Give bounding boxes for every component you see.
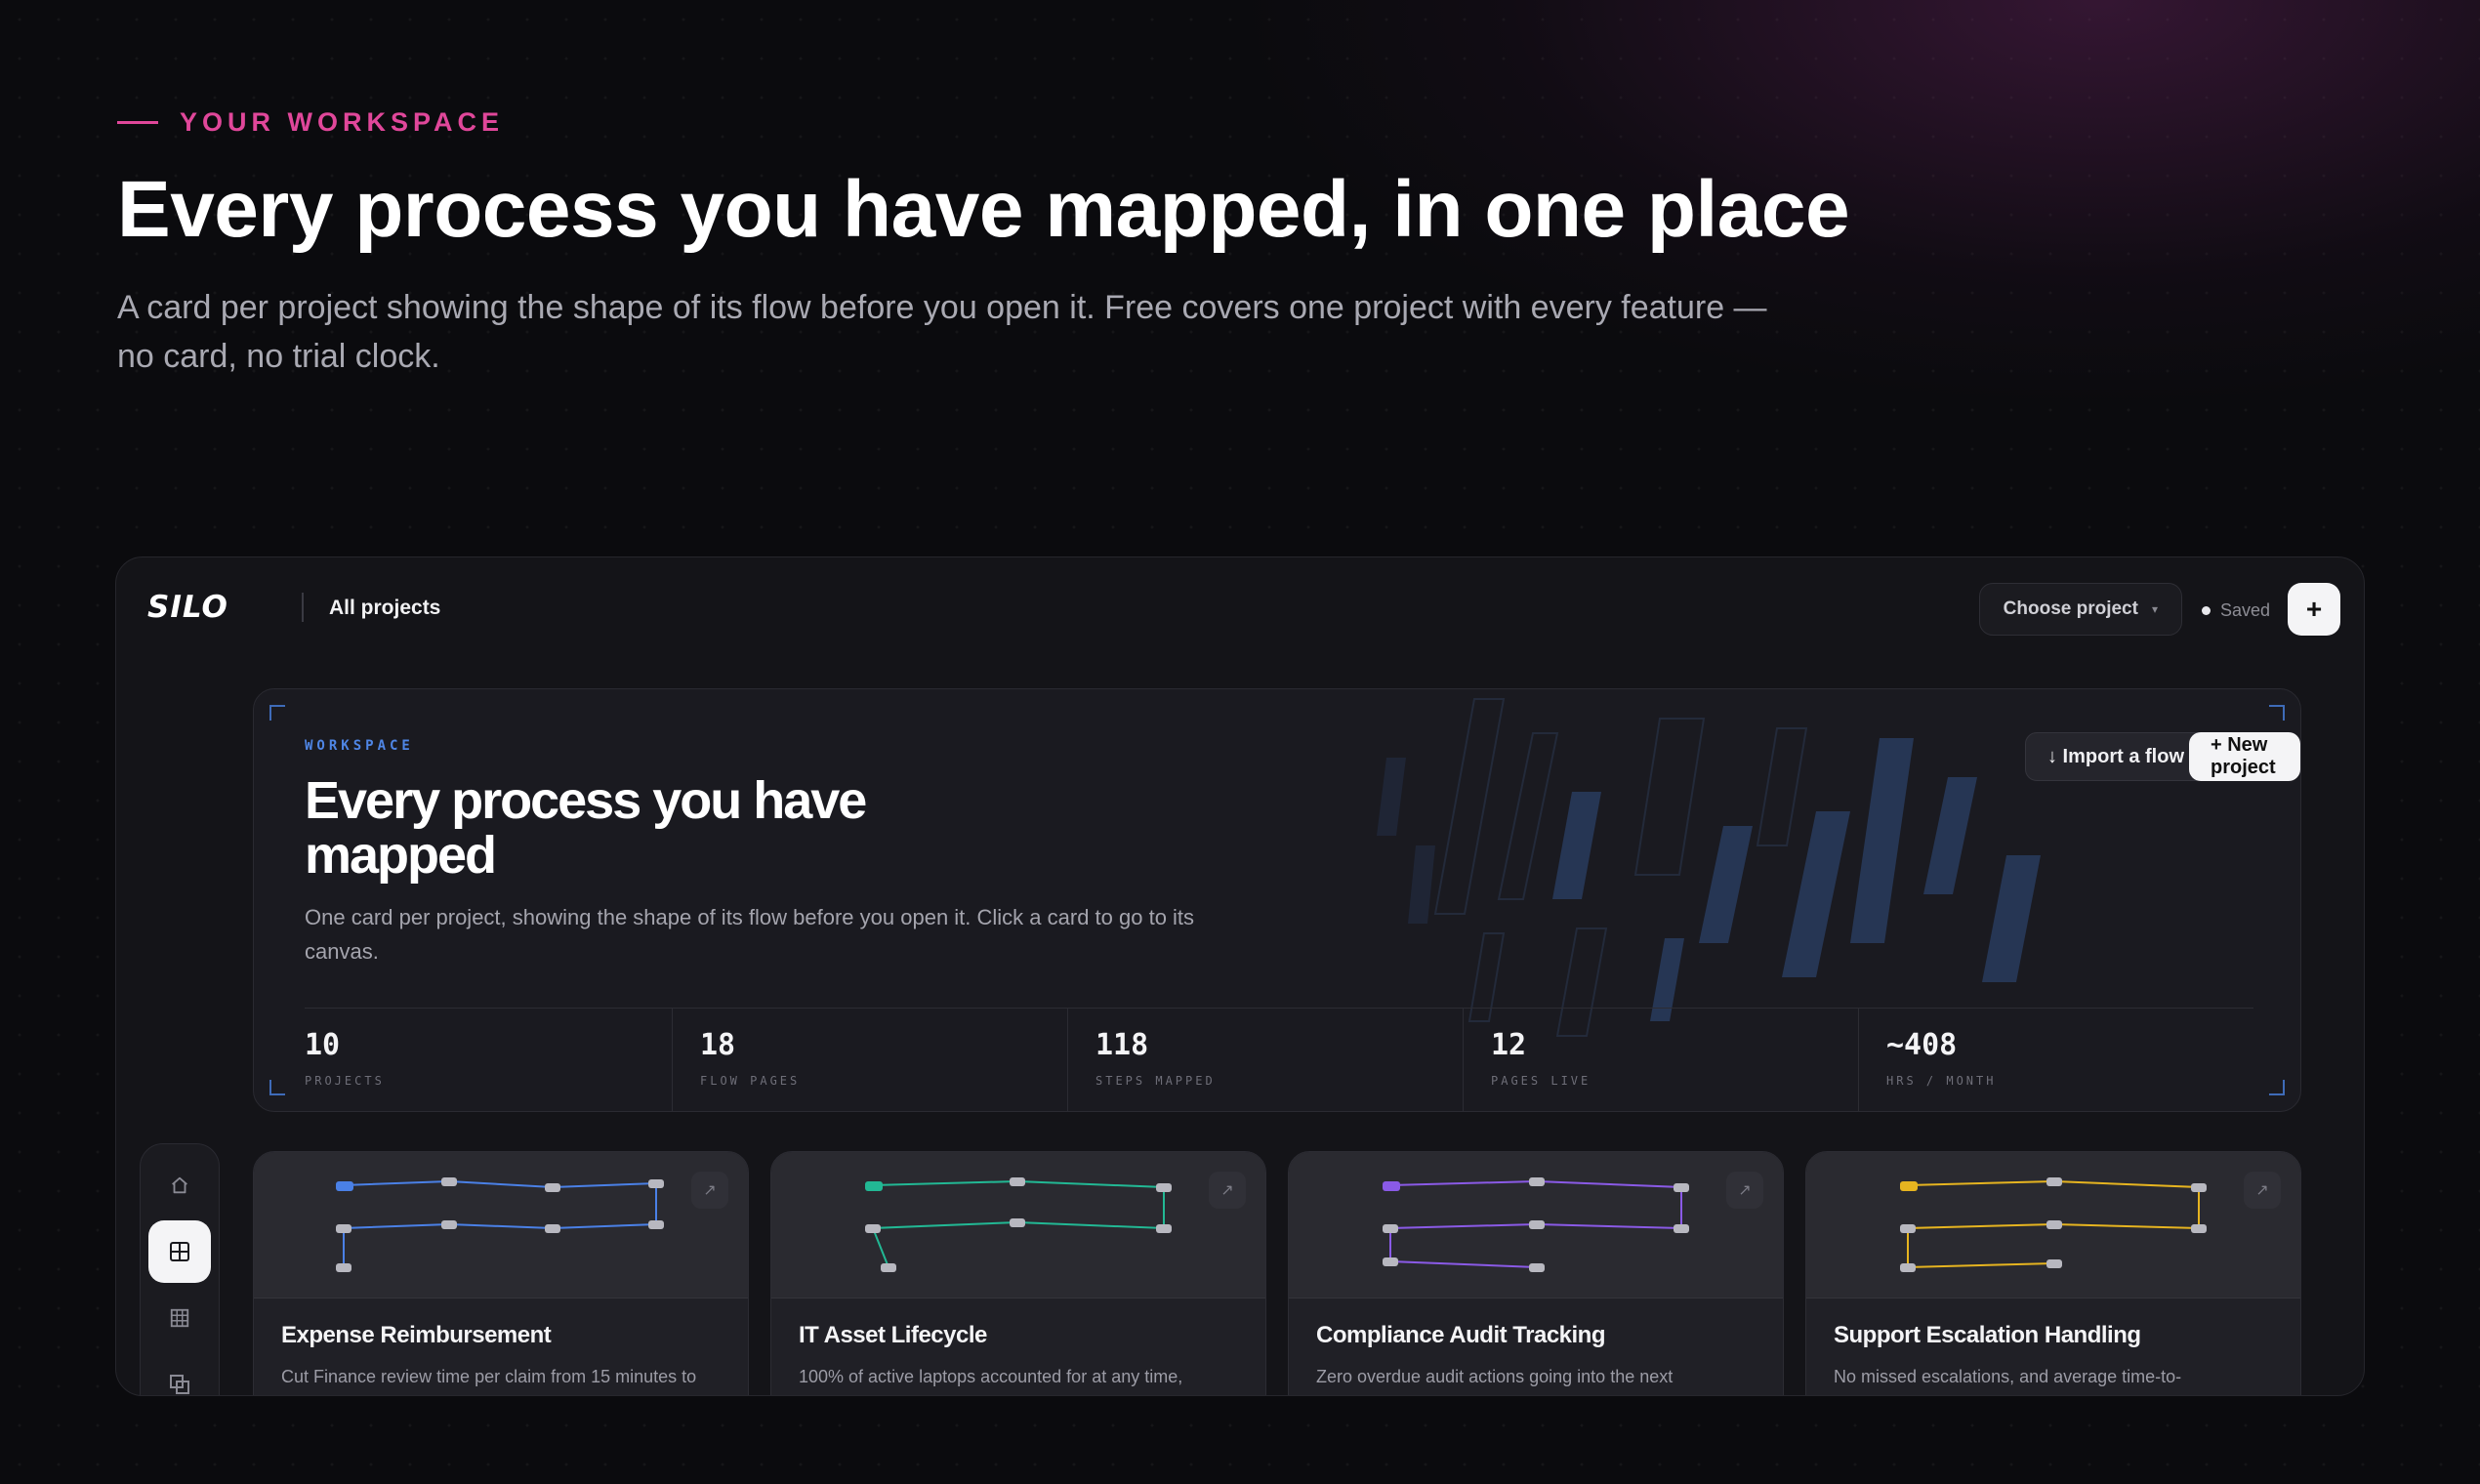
logo-text: SILO — [147, 591, 228, 622]
grid-icon — [170, 1242, 189, 1261]
frame-corner — [269, 705, 285, 721]
card-description: Cut Finance review time per claim from 1… — [281, 1367, 697, 1386]
flow-preview: ↗ — [771, 1152, 1265, 1298]
home-icon — [172, 1176, 187, 1194]
flow-diagram-icon — [865, 1177, 1172, 1272]
stat-projects: 10 PROJECTS — [305, 1009, 672, 1111]
hero-eyebrow: YOUR WORKSPACE — [117, 107, 504, 138]
new-project-button[interactable]: + New project — [2189, 732, 2300, 781]
stat-pages-live: 12 PAGES LIVE — [1463, 1009, 1858, 1111]
rail-grid-button[interactable] — [148, 1220, 211, 1283]
flow-preview: ↗ — [254, 1152, 748, 1298]
card-description: No missed escalations, and average time-… — [1834, 1367, 2182, 1386]
flow-diagram-icon — [1900, 1177, 2207, 1272]
saved-status: Saved — [2201, 600, 2270, 621]
add-button[interactable]: + — [2288, 583, 2340, 636]
layers-icon — [170, 1375, 189, 1394]
card-title: Expense Reimbursement — [281, 1322, 552, 1348]
card-title: IT Asset Lifecycle — [799, 1322, 987, 1348]
frame-corner — [2269, 1080, 2285, 1095]
expand-icon[interactable]: ↗ — [1209, 1172, 1246, 1209]
expand-icon[interactable]: ↗ — [2244, 1172, 2281, 1209]
stat-label: PROJECTS — [305, 1074, 385, 1088]
hero-subtitle: A card per project showing the shape of … — [117, 289, 1767, 375]
choose-project-dropdown[interactable]: Choose project ▾ — [1978, 583, 2182, 636]
card-title: Support Escalation Handling — [1834, 1322, 2141, 1348]
card-description: Zero overdue audit actions going into th… — [1316, 1367, 1674, 1386]
expand-icon[interactable]: ↗ — [1726, 1172, 1763, 1209]
workspace-description: One card per project, showing the shape … — [305, 905, 1195, 964]
flow-preview: ↗ — [1289, 1152, 1783, 1298]
logo-divider — [302, 593, 304, 622]
project-card-expense-reimbursement[interactable]: ↗ Expense Reimbursement Cut Finance revi… — [253, 1151, 749, 1395]
stat-hours-per-month: ~408 HRS / MONTH — [1858, 1009, 2253, 1111]
card-title: Compliance Audit Tracking — [1316, 1322, 1606, 1348]
project-card-support-escalation-handling[interactable]: ↗ Support Escalation Handling No missed … — [1805, 1151, 2301, 1395]
flow-preview: ↗ — [1806, 1152, 2300, 1298]
import-flow-button[interactable]: ↓ Import a flow — [2025, 732, 2207, 781]
stat-value: 18 — [700, 1028, 736, 1062]
rail-table-button[interactable] — [148, 1287, 211, 1349]
rail-home-button[interactable] — [148, 1154, 211, 1216]
silo-logo[interactable]: SILO — [145, 591, 286, 622]
top-bar: SILO All projects Choose project ▾ Saved… — [116, 557, 2364, 659]
flow-diagram-icon — [1383, 1177, 1689, 1272]
stat-label: FLOW PAGES — [700, 1074, 801, 1088]
stat-label: HRS / MONTH — [1886, 1074, 1997, 1088]
expand-icon[interactable]: ↗ — [691, 1172, 728, 1209]
rail-layers-button[interactable] — [148, 1353, 211, 1395]
frame-corner — [2269, 705, 2285, 721]
frame-corner — [269, 1080, 285, 1095]
chevron-down-icon: ▾ — [2151, 602, 2158, 616]
stat-flow-pages: 18 FLOW PAGES — [672, 1009, 1067, 1111]
eyebrow-line — [117, 121, 158, 124]
saved-status-label: Saved — [2219, 600, 2270, 620]
workspace-label: WORKSPACE — [305, 738, 414, 754]
stat-value: 118 — [1095, 1028, 1149, 1062]
stat-value: 10 — [305, 1028, 341, 1062]
plus-icon: + — [2305, 594, 2323, 624]
card-description: 100% of active laptops accounted for at … — [799, 1367, 1183, 1386]
hero-title: Every process you have mapped, in one pl… — [117, 165, 1850, 254]
status-dot-icon — [2201, 606, 2211, 615]
app-preview-window: SILO All projects Choose project ▾ Saved… — [115, 556, 2365, 1396]
stat-steps-mapped: 118 STEPS MAPPED — [1067, 1009, 1463, 1111]
stat-value: 12 — [1491, 1028, 1527, 1062]
project-card-it-asset-lifecycle[interactable]: ↗ IT Asset Lifecycle 100% of active lapt… — [770, 1151, 1266, 1395]
side-rail — [140, 1143, 220, 1395]
workspace-title: Every process you have mapped — [305, 771, 867, 885]
stats-row: 10 PROJECTS 18 FLOW PAGES 118 STEPS MAPP… — [305, 1008, 2253, 1111]
table-icon — [170, 1308, 189, 1328]
flow-diagram-icon — [336, 1177, 664, 1272]
stat-label: STEPS MAPPED — [1095, 1074, 1216, 1088]
stat-label: PAGES LIVE — [1491, 1074, 1591, 1088]
stat-value: ~408 — [1886, 1028, 1958, 1062]
choose-project-label: Choose project — [2003, 598, 2138, 619]
breadcrumb-all-projects[interactable]: All projects — [329, 597, 440, 620]
project-card-compliance-audit-tracking[interactable]: ↗ Compliance Audit Tracking Zero overdue… — [1288, 1151, 1784, 1395]
workspace-panel: WORKSPACE Every process you have mapped … — [253, 688, 2301, 1112]
eyebrow-text: YOUR WORKSPACE — [180, 107, 505, 137]
